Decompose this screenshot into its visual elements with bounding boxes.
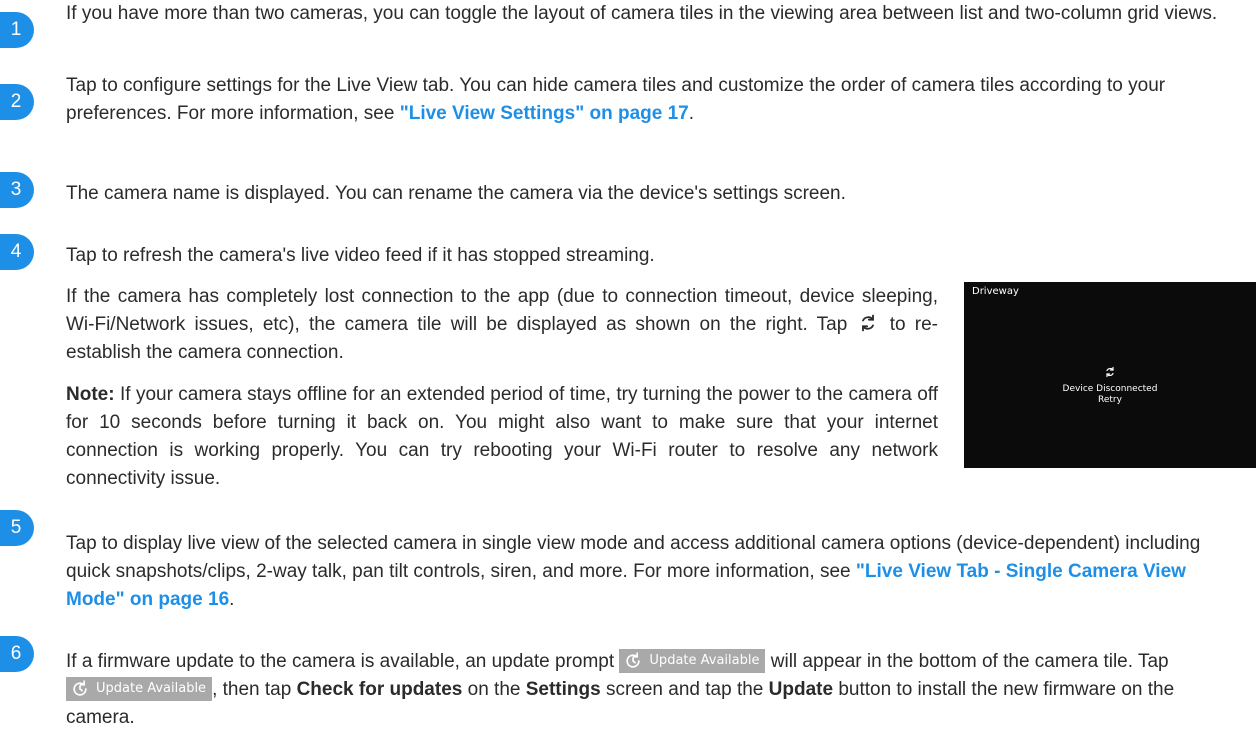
settings-label: Settings xyxy=(525,679,601,700)
update-available-button[interactable]: Update Available xyxy=(66,677,213,701)
refresh-icon[interactable] xyxy=(1104,366,1116,378)
note-label: Note: xyxy=(66,384,115,405)
update-label: Update xyxy=(768,679,834,700)
step-6-text-c: , then tap xyxy=(212,679,297,700)
step-2-text-end: . xyxy=(688,103,695,124)
step-6-text-d: on the xyxy=(462,679,526,700)
step-4-line1: Tap to refresh the camera's live video f… xyxy=(66,245,655,266)
step-6-text-b: will appear in the bottom of the camera … xyxy=(770,651,1169,672)
refresh-icon xyxy=(862,314,875,332)
update-available-label: Update Available xyxy=(96,681,207,696)
check-for-updates-label: Check for updates xyxy=(296,679,463,700)
camera-tile-disconnected: Driveway Device Disconnected Retry xyxy=(964,282,1256,468)
camera-tile-status-group: Device Disconnected Retry xyxy=(964,366,1256,406)
update-icon xyxy=(626,652,641,668)
step-5-text: Tap to display live view of the selected… xyxy=(66,530,1248,614)
step-badge-1: 1 xyxy=(0,12,34,48)
camera-tile-name: Driveway xyxy=(972,286,1019,297)
step-4-paragraph: If the camera has completely lost connec… xyxy=(66,283,938,367)
step-badge-2: 2 xyxy=(0,84,34,120)
step-badge-4: 4 xyxy=(0,234,34,270)
update-available-prompt[interactable]: Update Available xyxy=(619,649,766,673)
update-available-label: Update Available xyxy=(649,653,760,668)
step-5-text-end: . xyxy=(229,589,235,610)
step-1-text: If you have more than two cameras, you c… xyxy=(66,3,1218,24)
camera-tile-status: Device Disconnected xyxy=(1062,384,1158,394)
step-6-text: If a firmware update to the camera is av… xyxy=(66,648,1248,732)
step-2-text: Tap to configure settings for the Live V… xyxy=(66,72,1248,128)
step-4-note: Note: If your camera stays offline for a… xyxy=(66,381,938,493)
step-badge-6: 6 xyxy=(0,636,34,672)
step-badge-3: 3 xyxy=(0,172,34,208)
step-badge-5: 5 xyxy=(0,510,34,546)
update-icon xyxy=(73,680,87,696)
step-6-text-a: If a firmware update to the camera is av… xyxy=(66,651,615,672)
step-3-text: The camera name is displayed. You can re… xyxy=(66,183,846,204)
live-view-settings-link[interactable]: "Live View Settings" on page 17 xyxy=(400,103,689,124)
camera-tile-retry[interactable]: Retry xyxy=(964,395,1256,406)
step-6-text-e: screen and tap the xyxy=(600,679,769,700)
note-text: If your camera stays offline for an exte… xyxy=(66,384,938,489)
step-4-paragraph-body: If the camera has completely lost connec… xyxy=(66,286,938,335)
